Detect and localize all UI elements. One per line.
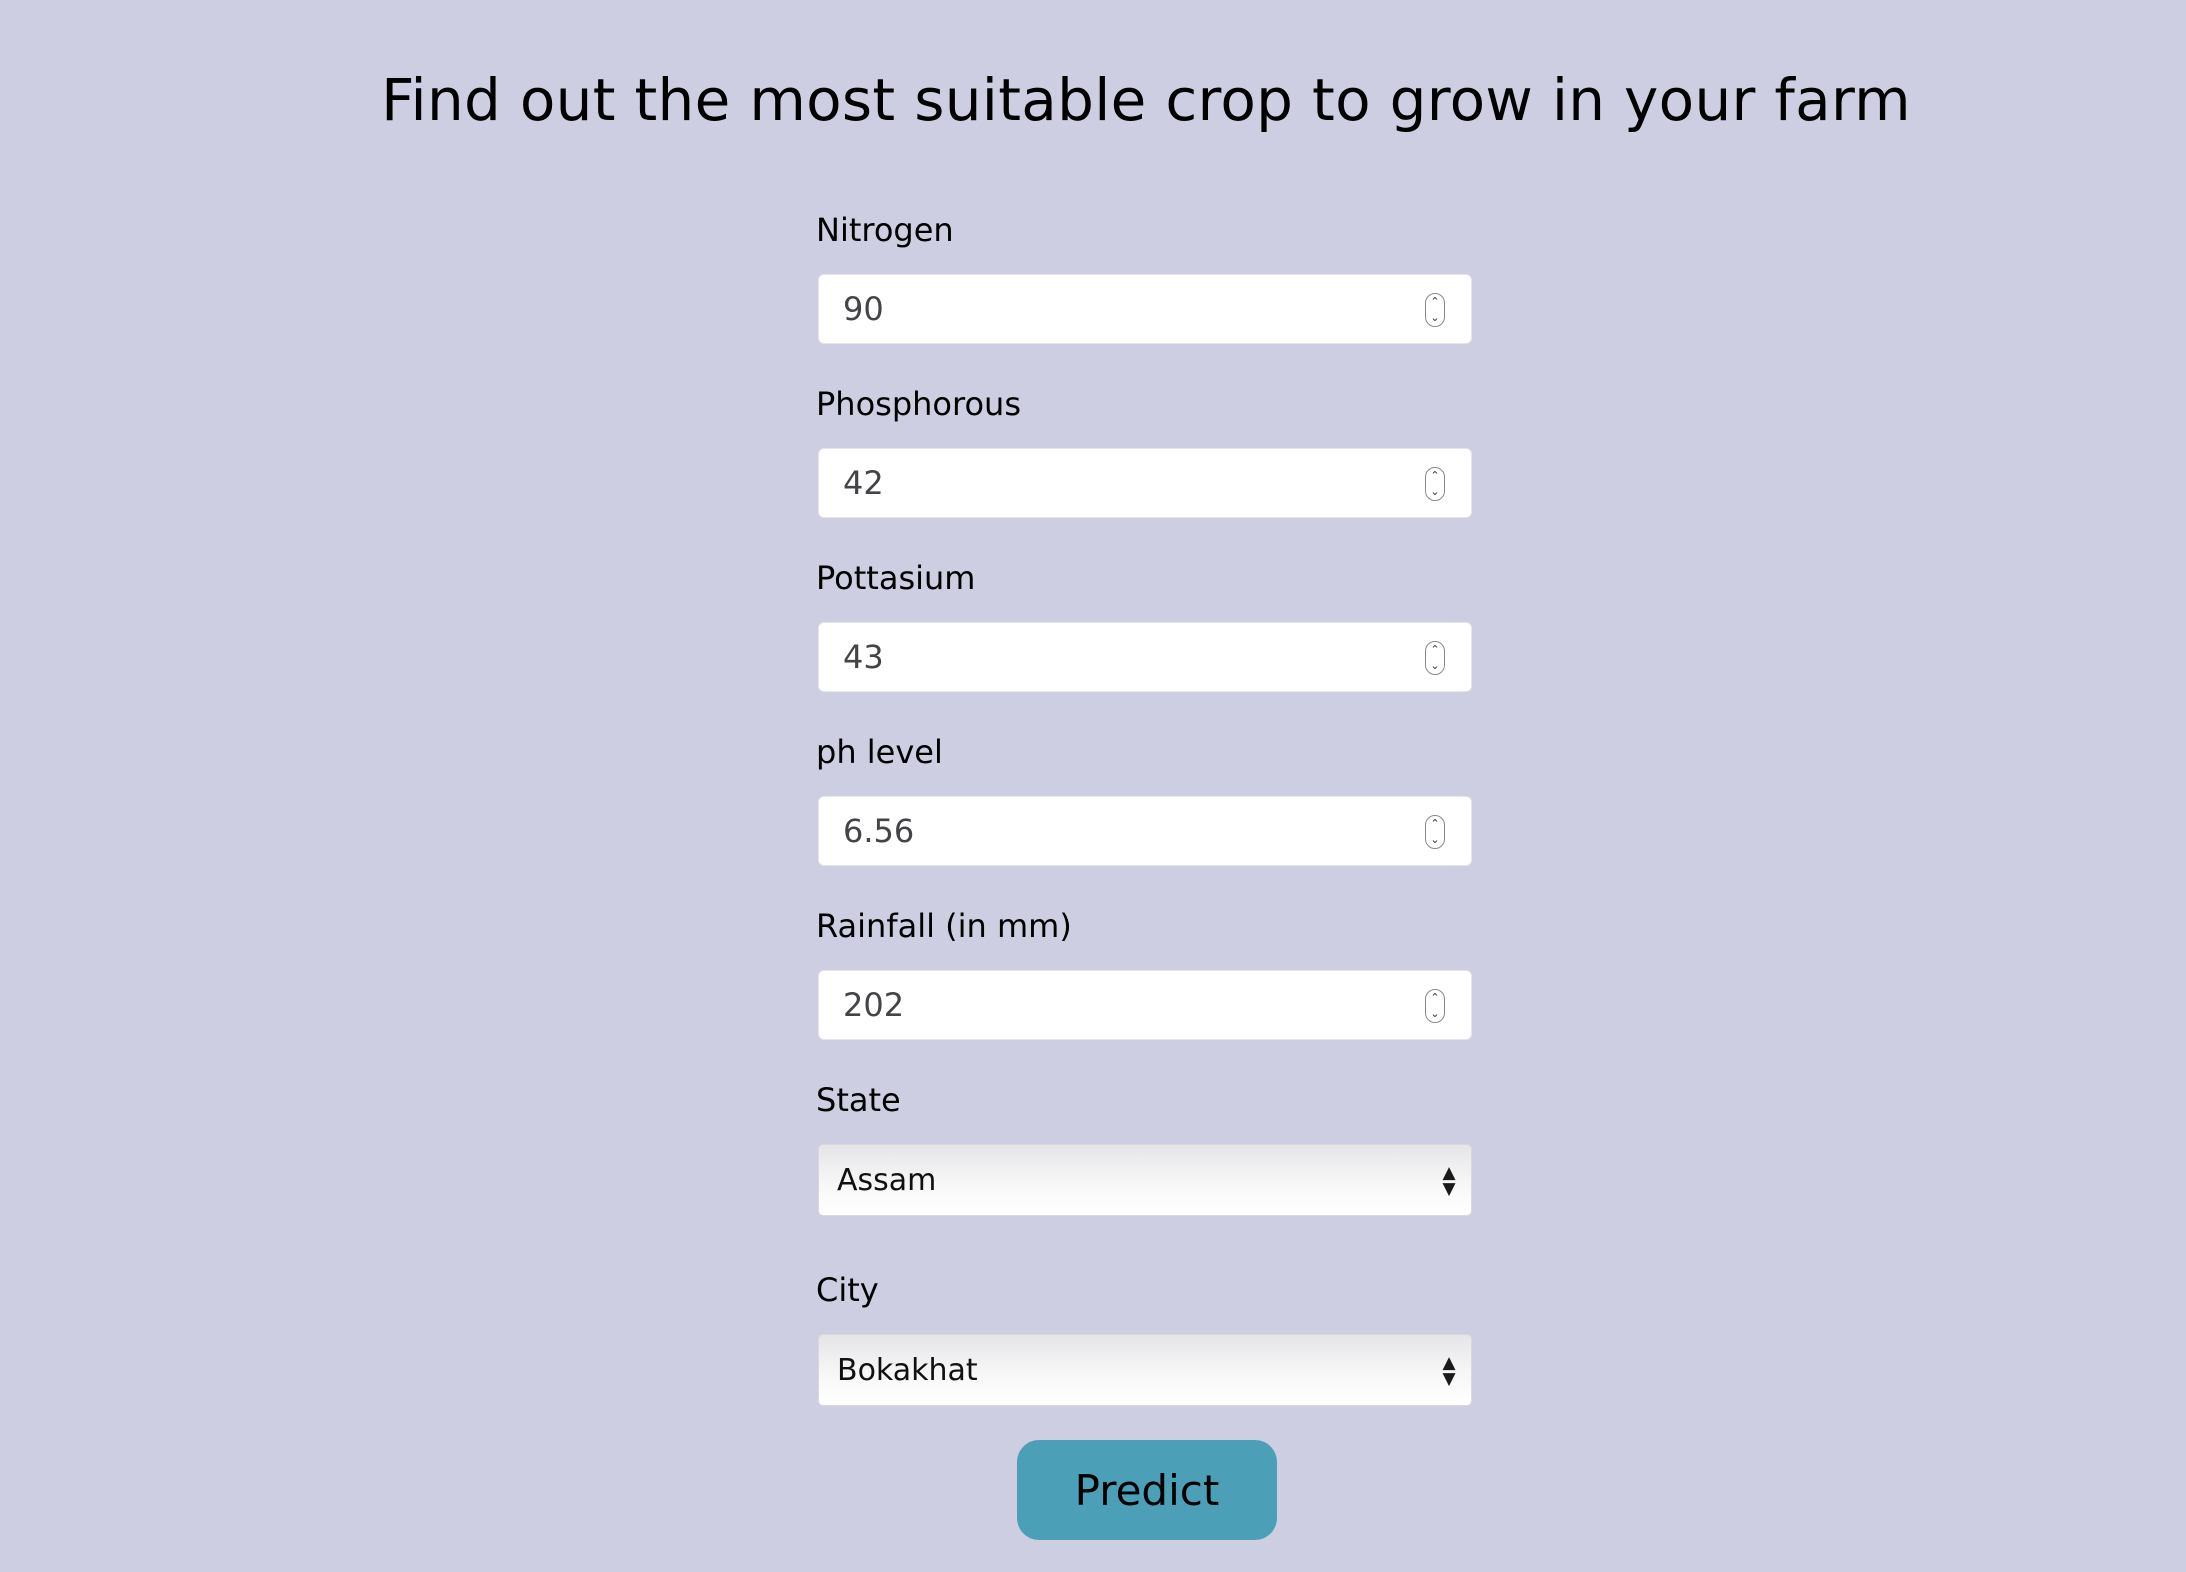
- nitrogen-label: Nitrogen: [816, 211, 954, 249]
- state-selected-value: Assam: [837, 1163, 937, 1198]
- select-updown-icon: ▲ ▼: [1442, 1353, 1456, 1389]
- nitrogen-input[interactable]: 90 ⌃ ⌄: [818, 274, 1472, 344]
- ph-level-value: 6.56: [843, 812, 915, 850]
- chevron-down-icon[interactable]: ⌄: [1429, 834, 1441, 846]
- phosphorous-input[interactable]: 42 ⌃ ⌄: [818, 448, 1472, 518]
- chevron-up-icon[interactable]: ⌃: [1429, 470, 1441, 482]
- rainfall-value: 202: [843, 986, 905, 1024]
- pottasium-label: Pottasium: [816, 559, 976, 597]
- rainfall-input[interactable]: 202 ⌃ ⌄: [818, 970, 1472, 1040]
- chevron-down-icon[interactable]: ⌄: [1429, 312, 1441, 324]
- city-select[interactable]: Bokakhat ▲ ▼: [818, 1334, 1472, 1406]
- phosphorous-label: Phosphorous: [816, 385, 1021, 423]
- chevron-up-icon[interactable]: ⌃: [1429, 644, 1441, 656]
- chevron-up-icon[interactable]: ⌃: [1429, 992, 1441, 1004]
- chevron-down-icon[interactable]: ⌄: [1429, 1008, 1441, 1020]
- ph-level-label: ph level: [816, 733, 943, 771]
- phosphorous-value: 42: [843, 464, 884, 502]
- ph-level-input[interactable]: 6.56 ⌃ ⌄: [818, 796, 1472, 866]
- pottasium-value: 43: [843, 638, 884, 676]
- nitrogen-value: 90: [843, 290, 884, 328]
- chevron-up-icon[interactable]: ⌃: [1429, 818, 1441, 830]
- nitrogen-stepper-icon[interactable]: ⌃ ⌄: [1425, 293, 1445, 327]
- ph-level-stepper-icon[interactable]: ⌃ ⌄: [1425, 815, 1445, 849]
- city-selected-value: Bokakhat: [837, 1353, 978, 1388]
- select-updown-icon: ▲ ▼: [1442, 1163, 1456, 1199]
- page-title: Find out the most suitable crop to grow …: [381, 66, 1911, 134]
- state-select[interactable]: Assam ▲ ▼: [818, 1144, 1472, 1216]
- state-label: State: [816, 1081, 901, 1119]
- rainfall-label: Rainfall (in mm): [816, 907, 1072, 945]
- rainfall-stepper-icon[interactable]: ⌃ ⌄: [1425, 989, 1445, 1023]
- city-label: City: [816, 1271, 879, 1309]
- phosphorous-stepper-icon[interactable]: ⌃ ⌄: [1425, 467, 1445, 501]
- chevron-down-icon[interactable]: ⌄: [1429, 486, 1441, 498]
- pottasium-stepper-icon[interactable]: ⌃ ⌄: [1425, 641, 1445, 675]
- predict-button[interactable]: Predict: [1017, 1440, 1277, 1540]
- chevron-up-icon[interactable]: ⌃: [1429, 296, 1441, 308]
- chevron-down-icon[interactable]: ⌄: [1429, 660, 1441, 672]
- pottasium-input[interactable]: 43 ⌃ ⌄: [818, 622, 1472, 692]
